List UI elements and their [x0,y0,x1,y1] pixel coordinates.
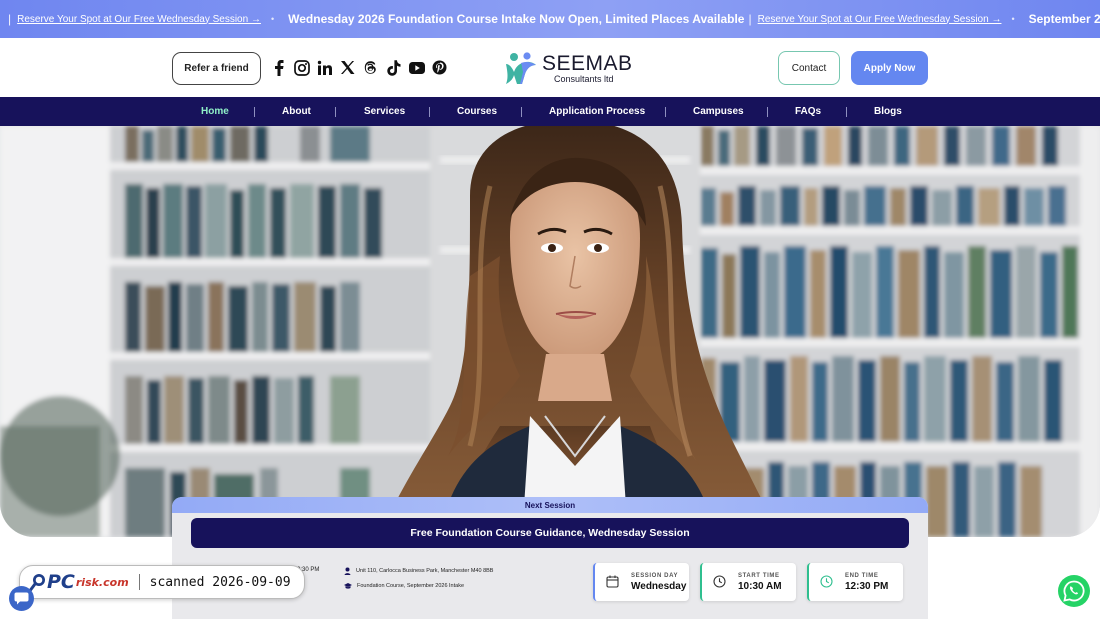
logo-figure-icon [506,52,536,84]
session-title: Free Foundation Course Guidance, Wednesd… [191,518,909,548]
nav-item-campuses[interactable]: Campuses [693,97,744,126]
start-time-value: 10:30 AM [738,580,782,592]
magnifier-icon [29,574,45,592]
pinterest-icon[interactable] [431,59,448,76]
nav-divider [846,107,847,117]
chat-bubble-icon[interactable] [9,586,34,611]
graduation-cap-icon [344,583,352,589]
x-icon[interactable] [339,59,356,76]
contact-button[interactable]: Contact [778,51,840,85]
youtube-icon[interactable] [408,59,425,76]
session-course: Foundation Course, September 2026 Intake [344,583,464,589]
calendar-icon [606,575,620,589]
ticker-reserve-link[interactable]: Reserve Your Spot at Our Free Wednesday … [17,14,261,25]
nav-item-about[interactable]: About [282,97,311,126]
pcrisk-watermark: PC risk.com scanned 2026-09-09 [19,565,305,599]
pcrisk-logo: PC risk.com [29,571,129,593]
clock-icon [713,575,727,589]
nav-item-faqs[interactable]: FAQs [795,97,821,126]
logo-wordmark: SEEMAB [542,51,633,75]
end-time-value: 12:30 PM [845,580,889,592]
apply-now-button[interactable]: Apply Now [851,51,928,85]
session-day-value: Wednesday [631,580,687,592]
social-links [270,59,448,76]
start-time-label: START TIME [738,572,780,579]
facebook-icon[interactable] [270,59,287,76]
pcrisk-logo-main: PC [47,571,75,593]
linkedin-icon[interactable] [316,59,333,76]
main-nav: Home About Services Courses Application … [0,97,1100,126]
refer-friend-button[interactable]: Refer a friend [172,52,261,85]
end-time-stat: END TIME 12:30 PM [807,563,903,601]
nav-item-courses[interactable]: Courses [457,97,497,126]
hero-banner [0,126,1100,537]
ticker-separator: | [8,12,12,26]
next-session-badge: Next Session [172,497,928,513]
threads-icon[interactable] [362,59,379,76]
ticker-separator: | [748,12,752,26]
session-address: Unit 110, Carlocca Business Park, Manche… [344,567,493,575]
nav-item-services[interactable]: Services [364,97,405,126]
nav-item-application-process[interactable]: Application Process [549,97,645,126]
ticker-headline: September 2026 Foundation Course In [1028,12,1100,26]
ticker-dot: • [270,14,275,24]
nav-divider [665,107,666,117]
session-day-stat: SESSION DAY Wednesday [593,563,689,601]
nav-divider [767,107,768,117]
session-course-text: Foundation Course, September 2026 Intake [357,583,465,589]
instagram-icon[interactable] [293,59,310,76]
nav-divider [429,107,430,117]
logo-subtitle: Consultants ltd [554,73,614,84]
site-header: Refer a friend SEEMAB Consultants ltd Co… [0,38,1100,97]
nav-divider [254,107,255,117]
hero-photo-advisor [0,126,1100,537]
clock-icon [820,575,834,589]
ticker-reserve-link[interactable]: Reserve Your Spot at Our Free Wednesday … [758,14,1002,25]
announcement-ticker: | Reserve Your Spot at Our Free Wednesda… [0,0,1100,38]
ticker-headline: Wednesday 2026 Foundation Course Intake … [288,12,745,26]
session-address-text: Unit 110, Carlocca Business Park, Manche… [356,568,494,574]
nav-item-home[interactable]: Home [201,97,229,126]
end-time-label: END TIME [845,572,879,579]
session-day-label: SESSION DAY [631,572,679,579]
nav-divider [521,107,522,117]
seemab-logo[interactable]: SEEMAB Consultants ltd [504,49,634,87]
nav-divider [335,107,336,117]
tiktok-icon[interactable] [385,59,402,76]
ticker-dot: • [1011,14,1015,24]
whatsapp-icon[interactable] [1058,575,1090,607]
pcrisk-logo-sub: risk.com [75,575,129,589]
next-session-card: Next Session Free Foundation Course Guid… [172,497,928,619]
location-pin-icon [344,567,351,575]
start-time-stat: START TIME 10:30 AM [700,563,796,601]
scan-date-text: scanned 2026-09-09 [149,574,291,590]
nav-item-blogs[interactable]: Blogs [874,97,902,126]
watermark-divider [138,574,140,590]
